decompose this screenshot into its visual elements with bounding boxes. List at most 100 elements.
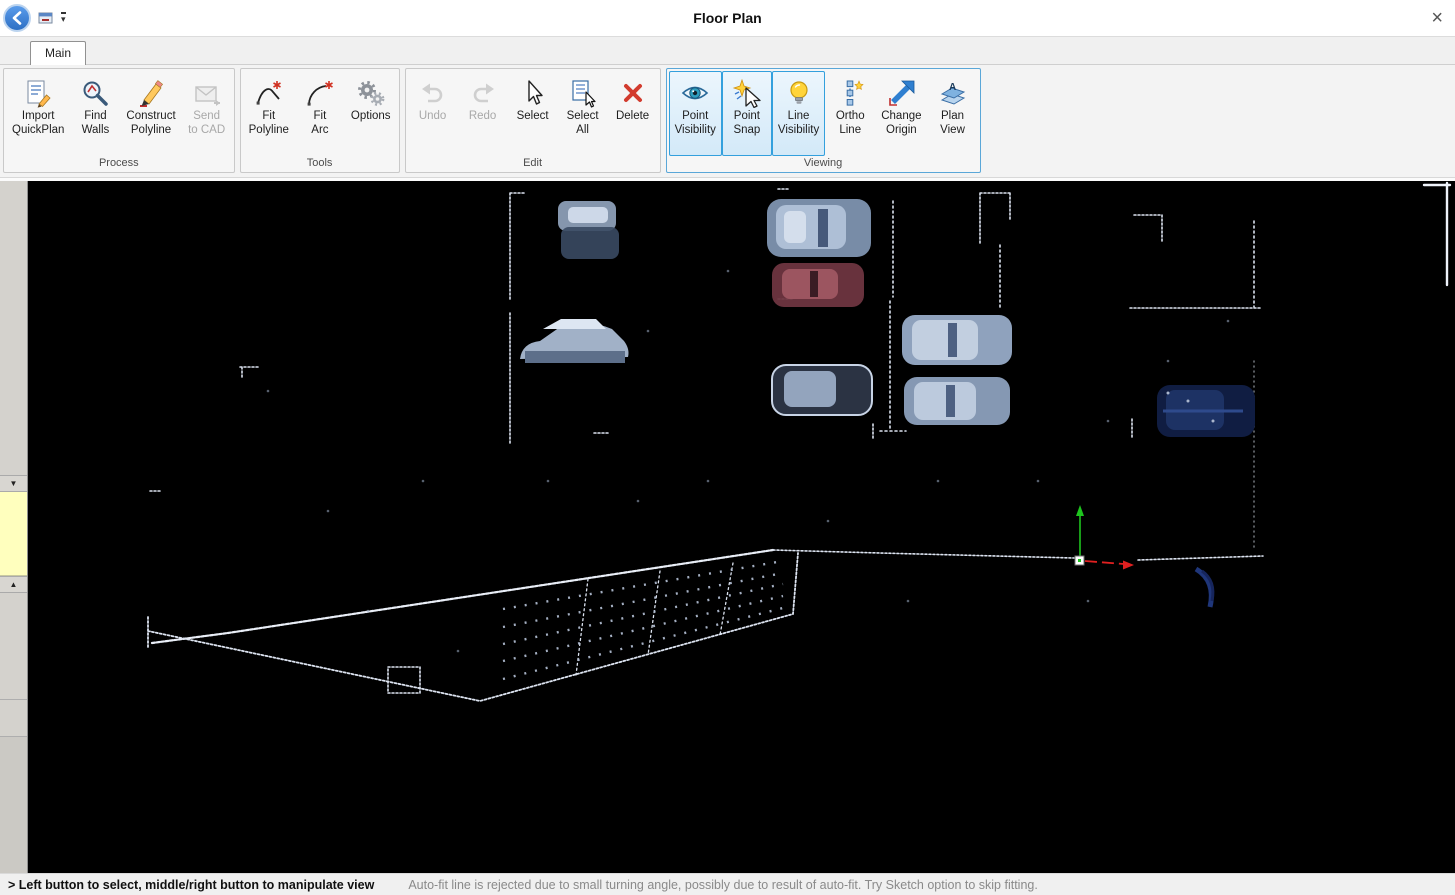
ribbon-group-viewing-body: Point Visibility Point Snap bbox=[667, 69, 980, 156]
button-label: Visibility bbox=[675, 124, 716, 138]
button-label: to CAD bbox=[188, 124, 225, 138]
button-label: Send bbox=[193, 110, 220, 124]
fit-polyline-button[interactable]: Fit Polyline bbox=[243, 71, 295, 156]
change-origin-icon bbox=[886, 78, 916, 108]
wall-lines bbox=[148, 183, 1450, 701]
select-all-icon bbox=[568, 78, 598, 108]
ribbon-group-edit: Undo Redo Select bbox=[405, 68, 661, 173]
construct-polyline-button[interactable]: Construct Polyline bbox=[120, 71, 181, 156]
options-button[interactable]: Options bbox=[345, 71, 397, 156]
close-button[interactable]: × bbox=[1431, 8, 1443, 28]
undo-button: Undo bbox=[408, 71, 458, 156]
origin-axes bbox=[1075, 505, 1134, 570]
button-label: Delete bbox=[616, 110, 649, 124]
back-icon bbox=[11, 11, 23, 25]
options-icon bbox=[356, 78, 386, 108]
slider-track-bottom bbox=[0, 737, 27, 873]
back-button[interactable] bbox=[3, 4, 31, 32]
car-point-cluster-top-left bbox=[558, 201, 619, 259]
plan-view-button[interactable]: A Plan View bbox=[928, 71, 978, 156]
redo-button: Redo bbox=[458, 71, 508, 156]
point-visibility-button[interactable]: Point Visibility bbox=[669, 71, 722, 156]
slider-track-upper bbox=[0, 181, 27, 475]
seat-rows bbox=[503, 561, 783, 679]
content-area: ▼ ▲ bbox=[0, 181, 1455, 873]
button-label: Redo bbox=[469, 110, 497, 124]
noise-points bbox=[267, 270, 1230, 653]
plan-view-icon: A bbox=[938, 78, 968, 108]
button-label: Fit bbox=[314, 110, 327, 124]
button-label: Ortho bbox=[836, 110, 865, 124]
status-bar: > Left button to select, middle/right bu… bbox=[0, 873, 1455, 895]
button-label: Options bbox=[351, 110, 391, 124]
button-label: Arc bbox=[311, 124, 328, 138]
ortho-line-button[interactable]: Ortho Line bbox=[825, 71, 875, 156]
slider-up-button[interactable]: ▲ bbox=[0, 576, 27, 593]
tab-main[interactable]: Main bbox=[30, 41, 86, 65]
button-label: Line bbox=[839, 124, 861, 138]
group-label-process: Process bbox=[4, 156, 234, 172]
button-label: All bbox=[576, 124, 589, 138]
send-to-cad-icon bbox=[192, 78, 222, 108]
delete-button[interactable]: Delete bbox=[608, 71, 658, 156]
fit-arc-icon bbox=[305, 78, 335, 108]
slider-down-button[interactable]: ▼ bbox=[0, 475, 27, 492]
viewport-canvas[interactable] bbox=[28, 181, 1455, 873]
ribbon-group-viewing: Point Visibility Point Snap bbox=[666, 68, 981, 173]
button-label: QuickPlan bbox=[12, 124, 64, 138]
blue-streak bbox=[1196, 569, 1213, 607]
point-visibility-icon bbox=[680, 78, 710, 108]
find-walls-icon bbox=[80, 78, 110, 108]
title-bar: ▾ Floor Plan × bbox=[0, 0, 1455, 37]
ribbon-group-edit-body: Undo Redo Select bbox=[406, 69, 660, 156]
button-label: Polyline bbox=[131, 124, 171, 138]
button-label: Origin bbox=[886, 124, 917, 138]
status-message: Auto-fit line is rejected due to small t… bbox=[408, 878, 1038, 892]
fit-polyline-icon bbox=[254, 78, 284, 108]
send-to-cad-button: Send to CAD bbox=[182, 71, 232, 156]
button-label: Change bbox=[881, 110, 921, 124]
slider-selected-range[interactable] bbox=[0, 492, 27, 576]
car-point-cluster-right-lower bbox=[904, 377, 1010, 425]
ribbon-group-process: Import QuickPlan Find Walls bbox=[3, 68, 235, 173]
find-walls-button[interactable]: Find Walls bbox=[70, 71, 120, 156]
button-label: Point bbox=[734, 110, 760, 124]
toolbar-customize-chevron-icon[interactable]: ▾ bbox=[61, 12, 66, 24]
ribbon-tab-bar: Main bbox=[0, 37, 1455, 65]
quick-access-icon[interactable] bbox=[38, 11, 54, 25]
redo-icon bbox=[468, 78, 498, 108]
window-title: Floor Plan bbox=[0, 10, 1455, 26]
ribbon-group-process-body: Import QuickPlan Find Walls bbox=[4, 69, 234, 156]
elevation-slider: ▼ ▲ bbox=[0, 181, 28, 873]
import-quickplan-icon bbox=[23, 78, 53, 108]
button-label: Plan bbox=[941, 110, 964, 124]
ribbon: Import QuickPlan Find Walls bbox=[0, 65, 1455, 178]
import-quickplan-button[interactable]: Import QuickPlan bbox=[6, 71, 70, 156]
construct-polyline-icon bbox=[136, 78, 166, 108]
button-label: Find bbox=[84, 110, 106, 124]
floor-plan-point-cloud bbox=[28, 181, 1455, 873]
button-label: Visibility bbox=[778, 124, 819, 138]
point-snap-button[interactable]: Point Snap bbox=[722, 71, 772, 156]
change-origin-button[interactable]: Change Origin bbox=[875, 71, 927, 156]
fit-arc-button[interactable]: Fit Arc bbox=[295, 71, 345, 156]
group-label-viewing: Viewing bbox=[667, 156, 980, 172]
car-point-cluster-center-red bbox=[772, 263, 864, 307]
button-label: Walls bbox=[82, 124, 110, 138]
car-point-cluster-right-upper bbox=[902, 315, 1012, 365]
ribbon-group-tools: Fit Polyline Fit Arc bbox=[240, 68, 400, 173]
button-label: Line bbox=[788, 110, 810, 124]
select-button[interactable]: Select bbox=[508, 71, 558, 156]
group-label-edit: Edit bbox=[406, 156, 660, 172]
ortho-line-icon bbox=[835, 78, 865, 108]
car-point-cluster-left-middle bbox=[520, 319, 629, 363]
line-visibility-button[interactable]: Line Visibility bbox=[772, 71, 825, 156]
slider-track-lower bbox=[0, 593, 27, 699]
ribbon-group-tools-body: Fit Polyline Fit Arc bbox=[241, 69, 399, 156]
delete-icon bbox=[618, 78, 648, 108]
car-point-cluster-far-right bbox=[1157, 385, 1255, 437]
slider-track-section bbox=[0, 700, 27, 736]
select-all-button[interactable]: Select All bbox=[558, 71, 608, 156]
group-label-tools: Tools bbox=[241, 156, 399, 172]
button-label: Point bbox=[682, 110, 708, 124]
